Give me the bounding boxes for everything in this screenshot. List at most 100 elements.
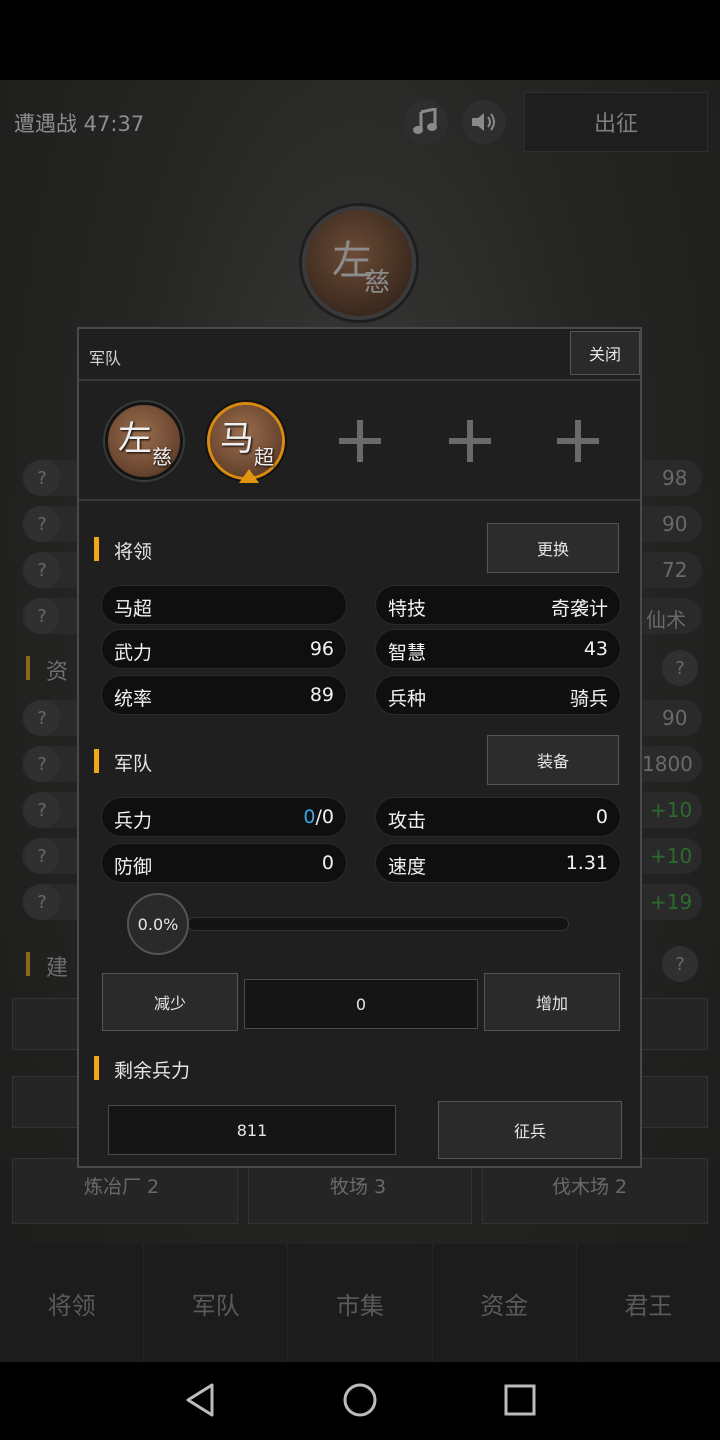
speaker-icon xyxy=(472,113,495,131)
battle-title: 遭遇战 47:37 xyxy=(14,112,145,136)
section-marker xyxy=(94,749,99,773)
troops-field: 兵力 0/0 xyxy=(101,797,347,837)
recents-icon[interactable] xyxy=(503,1383,537,1417)
help-icon[interactable]: ? xyxy=(24,700,60,736)
skill-label: 特技 xyxy=(388,598,427,620)
help-icon[interactable]: ? xyxy=(24,460,60,496)
portrait-glyph: 慈 xyxy=(152,445,172,469)
divider xyxy=(79,379,640,381)
speed-label: 速度 xyxy=(388,856,427,878)
back-icon[interactable] xyxy=(184,1382,216,1418)
speed-value: 1.31 xyxy=(565,852,608,874)
army-dialog: 军队 关闭 左 慈 马 超 将领 更换 马超 特技 奇袭计 武力 96 智慧 4… xyxy=(77,327,642,1168)
help-icon[interactable]: ? xyxy=(24,552,60,588)
general-name-field: 马超 xyxy=(101,585,347,625)
bg-stat-value: 98 xyxy=(662,466,688,490)
section-marker xyxy=(94,1056,99,1080)
help-icon[interactable]: ? xyxy=(24,838,60,874)
skill-field: 特技 奇袭计 xyxy=(375,585,621,625)
portrait-glyph: 马 xyxy=(220,419,254,459)
army-section-title: 军队 xyxy=(114,753,153,775)
bg-stat-value: 72 xyxy=(662,558,688,582)
bg-income-value: +10 xyxy=(650,844,693,868)
general-name: 马超 xyxy=(114,598,153,620)
bg-income-value: +10 xyxy=(650,798,693,822)
music-button[interactable] xyxy=(404,100,448,144)
force-field: 武力 96 xyxy=(101,629,347,669)
defense-label: 防御 xyxy=(114,856,153,878)
troop-type-field: 兵种 骑兵 xyxy=(375,675,621,715)
section-marker xyxy=(94,537,99,561)
portrait-glyph: 慈 xyxy=(364,268,391,298)
force-value: 96 xyxy=(309,638,334,660)
troop-slider-knob[interactable]: 0.0% xyxy=(127,893,189,955)
general-portrait-large: 左 慈 xyxy=(302,206,416,320)
bg-resource-value: 90 xyxy=(662,706,688,730)
skill-value: 奇袭计 xyxy=(550,598,608,620)
home-icon[interactable] xyxy=(342,1382,378,1418)
tab-market[interactable]: 市集 xyxy=(288,1244,433,1362)
selected-indicator-icon xyxy=(239,469,259,483)
wisdom-value: 43 xyxy=(583,638,608,660)
help-icon[interactable]: ? xyxy=(24,746,60,782)
decrease-button[interactable]: 减少 xyxy=(102,973,238,1031)
plus-icon xyxy=(557,420,599,462)
remaining-section-title: 剩余兵力 xyxy=(114,1060,191,1082)
bg-skill-value: 仙术 xyxy=(646,608,686,632)
command-value: 89 xyxy=(309,684,334,706)
troops-label: 兵力 xyxy=(114,810,153,832)
tab-army[interactable]: 军队 xyxy=(144,1244,289,1362)
attack-value: 0 xyxy=(595,806,608,828)
defense-field: 防御 0 xyxy=(101,843,347,883)
portrait-glyph: 超 xyxy=(254,445,274,469)
troop-type-value: 骑兵 xyxy=(569,688,608,710)
bg-section-title: 资 xyxy=(46,660,69,685)
top-bar: 遭遇战 47:37 出征 xyxy=(0,92,720,154)
help-icon[interactable]: ? xyxy=(24,792,60,828)
add-general-slot-4[interactable] xyxy=(431,402,509,480)
general-slot-1[interactable]: 左 慈 xyxy=(105,402,183,480)
dialog-title: 军队 xyxy=(89,349,122,368)
tab-funds[interactable]: 资金 xyxy=(433,1244,577,1362)
bg-building-label: 炼冶厂 2 xyxy=(84,1176,160,1198)
attack-field: 攻击 0 xyxy=(375,797,621,837)
add-general-slot-5[interactable] xyxy=(539,402,617,480)
remaining-troops-value: 811 xyxy=(108,1105,396,1155)
portrait-glyph: 左 xyxy=(118,419,152,459)
status-bar xyxy=(0,0,720,80)
change-general-button[interactable]: 更换 xyxy=(487,523,619,573)
force-label: 武力 xyxy=(114,642,153,664)
recruit-button[interactable]: 征兵 xyxy=(438,1101,622,1159)
attack-label: 攻击 xyxy=(388,810,427,832)
sound-button[interactable] xyxy=(462,100,506,144)
help-icon[interactable]: ? xyxy=(24,598,60,634)
close-button[interactable]: 关闭 xyxy=(570,331,640,375)
add-general-slot-3[interactable] xyxy=(321,402,399,480)
plus-icon xyxy=(449,420,491,462)
bg-section-title: 建 xyxy=(46,956,69,981)
equipment-button[interactable]: 装备 xyxy=(487,735,619,785)
bg-income-value: +19 xyxy=(650,890,693,914)
tab-king[interactable]: 君王 xyxy=(577,1244,720,1362)
sortie-button[interactable]: 出征 xyxy=(524,92,708,152)
general-section-title: 将领 xyxy=(114,541,153,563)
troop-amount-input[interactable]: 0 xyxy=(244,979,478,1029)
defense-value: 0 xyxy=(321,852,334,874)
tab-generals[interactable]: 将领 xyxy=(0,1244,145,1362)
command-field: 统率 89 xyxy=(101,675,347,715)
bg-stat-value: 90 xyxy=(662,512,688,536)
increase-button[interactable]: 增加 xyxy=(484,973,620,1031)
help-icon[interactable]: ? xyxy=(24,506,60,542)
music-note-icon xyxy=(413,108,437,134)
help-icon[interactable]: ? xyxy=(24,884,60,920)
help-icon[interactable]: ? xyxy=(662,650,698,686)
bg-building-label: 牧场 3 xyxy=(330,1176,387,1198)
command-label: 统率 xyxy=(114,688,153,710)
plus-icon xyxy=(339,420,381,462)
bg-resource-value: 1800 xyxy=(642,752,693,776)
system-nav-bar xyxy=(0,1362,720,1440)
troops-max: /0 xyxy=(315,806,335,828)
bottom-nav: 将领 军队 市集 资金 君王 xyxy=(0,1244,720,1362)
troop-slider-track[interactable] xyxy=(187,917,569,931)
help-icon[interactable]: ? xyxy=(662,946,698,982)
